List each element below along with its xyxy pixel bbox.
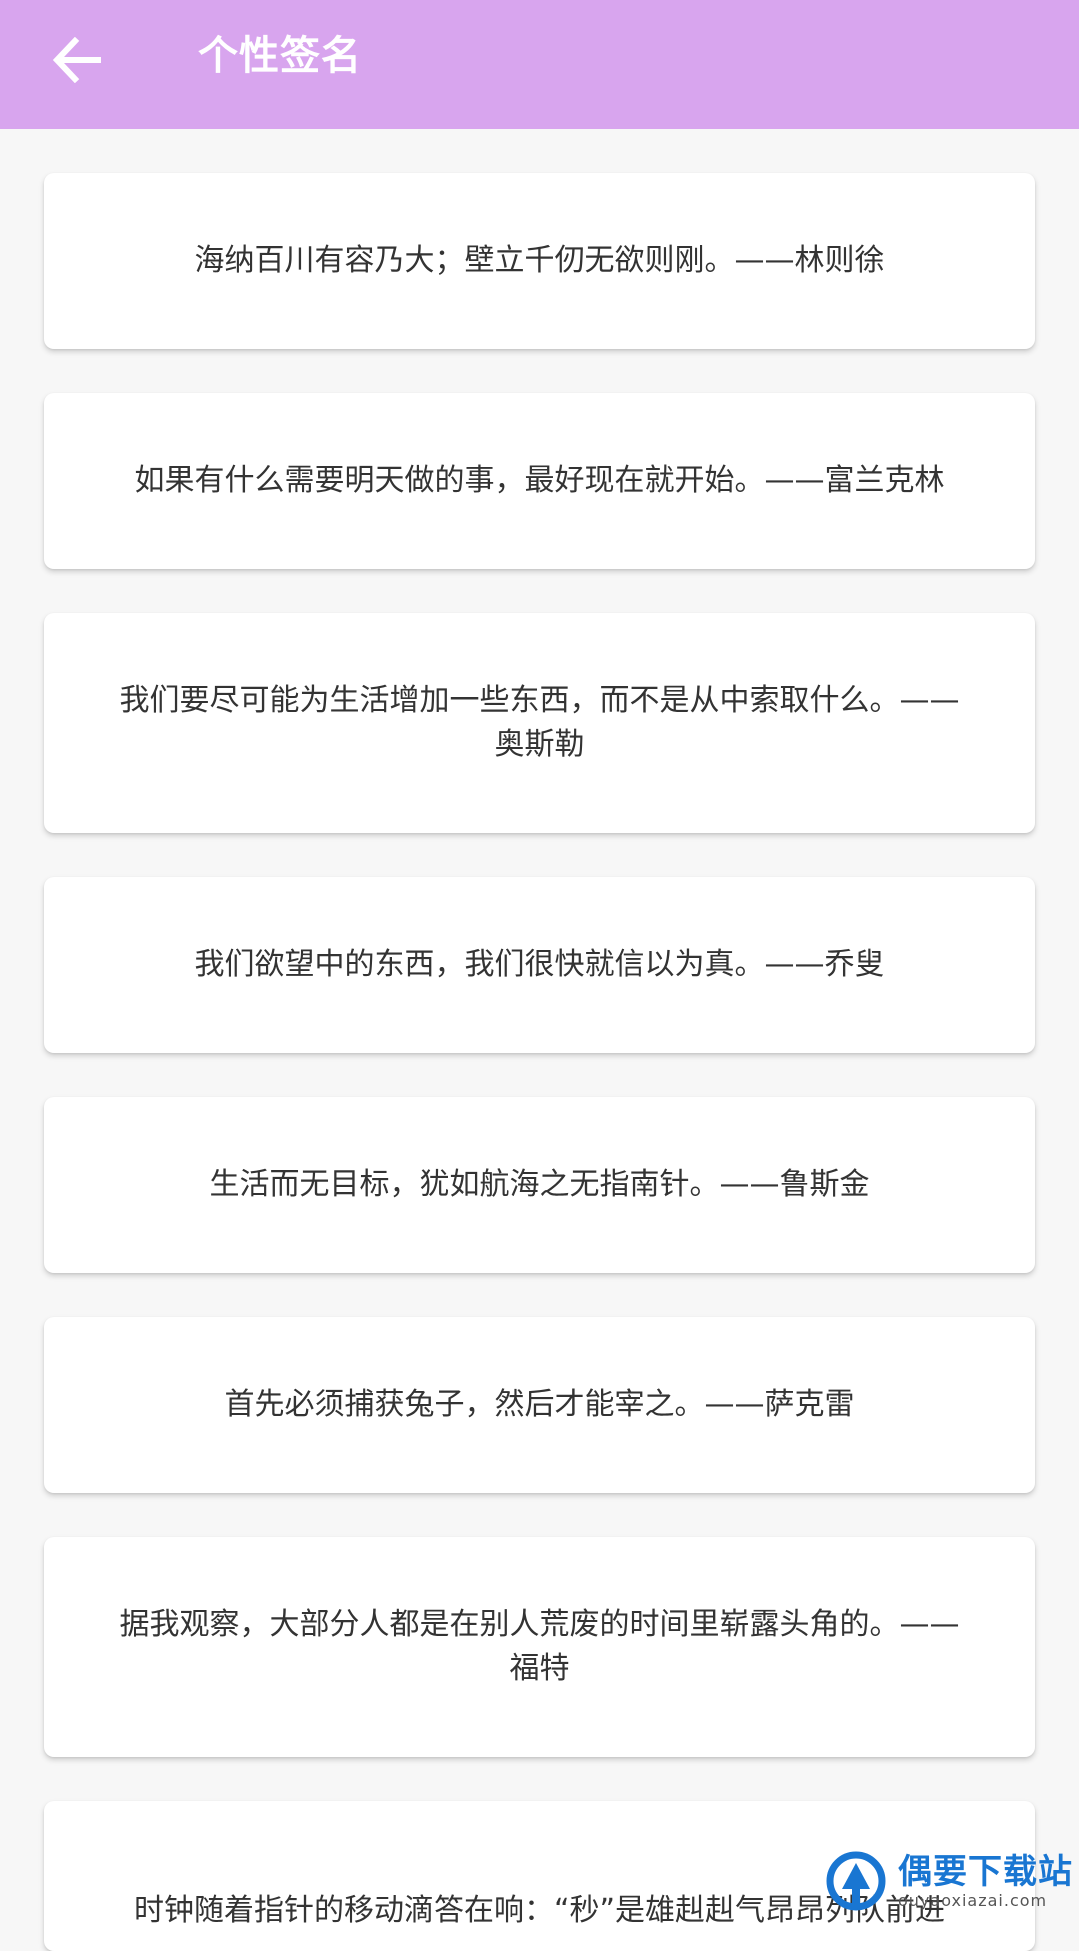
back-button[interactable]	[40, 24, 112, 96]
watermark-logo-icon	[826, 1851, 886, 1911]
page-title: 个性签名	[198, 33, 362, 79]
quote-card[interactable]: 生活而无目标，犹如航海之无指南针。——鲁斯金	[44, 1097, 1035, 1273]
watermark-title: 偶要下载站	[898, 1852, 1073, 1892]
quote-text: 如果有什么需要明天做的事，最好现在就开始。——富兰克林	[134, 463, 945, 498]
quote-card[interactable]: 据我观察，大部分人都是在别人荒废的时间里崭露头角的。——福特	[44, 1537, 1035, 1757]
quote-text: 海纳百川有容乃大；壁立千仞无欲则刚。——林则徐	[194, 243, 885, 278]
quote-card[interactable]: 海纳百川有容乃大；壁立千仞无欲则刚。——林则徐	[44, 173, 1035, 349]
quote-card[interactable]: 我们要尽可能为生活增加一些东西，而不是从中索取什么。——奥斯勒	[44, 613, 1035, 833]
quote-text: 据我观察，大部分人都是在别人荒废的时间里崭露头角的。——福特	[119, 1607, 960, 1686]
quote-text: 生活而无目标，犹如航海之无指南针。——鲁斯金	[209, 1167, 870, 1202]
quote-card[interactable]: 首先必须捕获兔子，然后才能宰之。——萨克雷	[44, 1317, 1035, 1493]
quote-text: 我们欲望中的东西，我们很快就信以为真。——乔叟	[194, 947, 885, 982]
quote-card[interactable]: 如果有什么需要明天做的事，最好现在就开始。——富兰克林	[44, 393, 1035, 569]
quote-card[interactable]: 我们欲望中的东西，我们很快就信以为真。——乔叟	[44, 877, 1035, 1053]
watermark-subtitle: ouyaoxiazai.com	[898, 1891, 1048, 1910]
watermark: 偶要下载站 ouyaoxiazai.com	[824, 1849, 1073, 1913]
arrow-left-icon	[52, 37, 101, 83]
quote-text: 首先必须捕获兔子，然后才能宰之。——萨克雷	[224, 1387, 855, 1422]
app-bar: 个性签名	[0, 0, 1079, 129]
quote-text: 我们要尽可能为生活增加一些东西，而不是从中索取什么。——奥斯勒	[119, 683, 960, 762]
